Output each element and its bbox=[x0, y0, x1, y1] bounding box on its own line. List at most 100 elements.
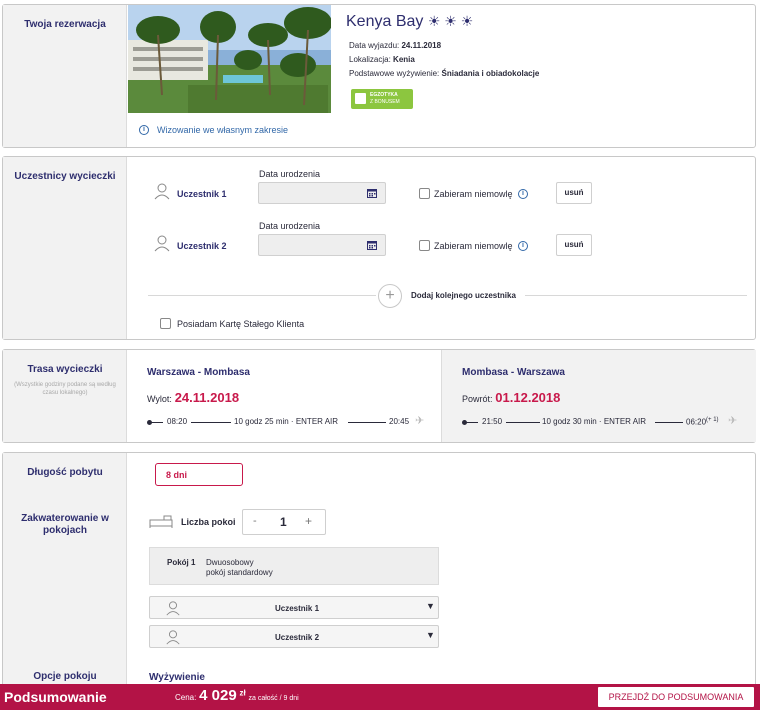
board-row: Podstawowe wyżywienie: Śniadania i obiad… bbox=[349, 69, 539, 78]
reservation-title: Twoja rezerwacja bbox=[24, 19, 106, 30]
go-to-summary-label: PRZEJDŹ DO PODSUMOWANIA bbox=[608, 692, 744, 702]
participant-1-name: Uczestnik 1 bbox=[177, 189, 227, 199]
visa-info-icon: i bbox=[139, 125, 149, 135]
outbound-dep-time: 08:20 bbox=[167, 417, 188, 426]
price-value: 4 029 bbox=[199, 687, 237, 704]
plane-icon: ✈ bbox=[415, 415, 425, 427]
calendar-icon[interactable] bbox=[367, 188, 377, 198]
options-title: Opcje pokoju bbox=[33, 671, 97, 682]
gift-icon bbox=[355, 93, 366, 104]
stay-length-value: 8 dni bbox=[166, 470, 188, 480]
route-side: Trasa wycieczki (Wszystkie godziny podan… bbox=[3, 350, 127, 442]
rooms-count-value: 1 bbox=[280, 515, 287, 529]
inbound-date-row: Powrót: 01.12.2018 bbox=[462, 390, 560, 405]
hotel-stars-icon: ☀ ☀ ☀ bbox=[427, 13, 474, 29]
participants-side: Uczestnicy wycieczki bbox=[3, 157, 127, 339]
inbound-line-b bbox=[506, 422, 540, 423]
inbound-arr-suffix: (+ 1) bbox=[706, 417, 719, 423]
rooms-title-1: Zakwaterowanie w bbox=[21, 513, 109, 524]
calendar-icon[interactable] bbox=[367, 240, 377, 250]
dob-label-2: Data urodzenia bbox=[259, 221, 321, 231]
loyalty-checkbox[interactable] bbox=[160, 318, 171, 329]
dob-input-2[interactable] bbox=[258, 234, 386, 256]
bed-icon bbox=[149, 515, 173, 528]
badge-line2: Z BONUSEM bbox=[370, 99, 400, 105]
remove-participant-2-button[interactable]: usuń bbox=[556, 234, 592, 256]
rooms-stepper[interactable]: - 1 + bbox=[242, 509, 326, 535]
add-divider-right bbox=[525, 295, 747, 296]
hotel-name: Kenya Bay ☀ ☀ ☀ bbox=[346, 13, 473, 31]
rooms-count-label: Liczba pokoi bbox=[181, 517, 236, 527]
price-currency: zł bbox=[239, 688, 246, 698]
room-person-select-1[interactable]: Uczestnik 1 ▼ bbox=[149, 596, 439, 619]
inbound-date-label: Powrót: bbox=[462, 394, 493, 404]
reservation-panel: Twoja rezerwacja i Wizowanie we własnym … bbox=[2, 4, 756, 148]
room-person-2: Uczestnik 2 bbox=[275, 633, 320, 642]
outbound-date-row: Wylot: 24.11.2018 bbox=[147, 390, 239, 405]
outbound-date: 24.11.2018 bbox=[174, 390, 240, 405]
add-divider-left bbox=[148, 295, 376, 296]
route-note: (Wszystkie godziny podane są według czas… bbox=[14, 382, 116, 396]
chevron-down-icon: ▼ bbox=[426, 630, 435, 640]
room-person-select-2[interactable]: Uczestnik 2 ▼ bbox=[149, 625, 439, 648]
rooms-title-2: pokojach bbox=[43, 525, 87, 536]
reservation-side: Twoja rezerwacja bbox=[3, 5, 127, 147]
location-row: Lokalizacja: Kenia bbox=[349, 55, 415, 64]
outbound-duration: 10 godz 25 min · ENTER AIR bbox=[234, 417, 339, 426]
inbound-dep-time: 21:50 bbox=[482, 417, 503, 426]
infant-checkbox-2[interactable] bbox=[419, 240, 430, 251]
stay-length-select[interactable]: 8 dni bbox=[155, 463, 243, 486]
summary-title: Podsumowanie bbox=[4, 689, 107, 705]
inbound-line-a bbox=[466, 422, 478, 423]
options-value: Wyżywienie bbox=[149, 672, 205, 683]
route-panel: Trasa wycieczki (Wszystkie godziny podan… bbox=[2, 349, 756, 443]
board-value: Śniadania i obiadokolacje bbox=[441, 69, 540, 78]
stay-panel: Długość pobytu Zakwaterowanie w pokojach… bbox=[2, 452, 756, 692]
go-to-summary-button[interactable]: PRZEJDŹ DO PODSUMOWANIA bbox=[598, 687, 754, 707]
route-title: Trasa wycieczki bbox=[27, 364, 103, 375]
loyalty-label: Posiadam Kartę Stałego Klienta bbox=[177, 319, 305, 329]
outbound-title: Warszawa - Mombasa bbox=[147, 367, 250, 378]
inbound-duration: 10 godz 30 min · ENTER AIR bbox=[542, 417, 647, 426]
rooms-minus-button[interactable]: - bbox=[253, 515, 257, 527]
person-icon bbox=[154, 183, 170, 200]
add-participant-button[interactable]: + bbox=[378, 284, 402, 308]
location-value: Kenia bbox=[393, 55, 415, 64]
participants-title: Uczestnicy wycieczki bbox=[14, 171, 116, 182]
price-note: za całość / 9 dni bbox=[248, 695, 299, 702]
price-row: Cena: 4 029 zł za całość / 9 dni bbox=[175, 687, 299, 704]
summary-bar: Podsumowanie Cena: 4 029 zł za całość / … bbox=[0, 684, 760, 710]
dob-input-1[interactable] bbox=[258, 182, 386, 204]
outbound-arr-time: 20:45 bbox=[389, 417, 410, 426]
remove-participant-1-button[interactable]: usuń bbox=[556, 182, 592, 204]
stay-side: Długość pobytu Zakwaterowanie w pokojach… bbox=[3, 453, 127, 692]
hotel-name-text: Kenya Bay bbox=[346, 13, 424, 30]
infant-label-1: Zabieram niemowlę bbox=[434, 189, 513, 199]
add-participant-label[interactable]: Dodaj kolejnego uczestnika bbox=[411, 291, 516, 300]
infant-checkbox-1[interactable] bbox=[419, 188, 430, 199]
badge-line1: EGZOTYKA bbox=[370, 92, 398, 98]
room-type-2: pokój standardowy bbox=[206, 568, 273, 577]
rooms-plus-button[interactable]: + bbox=[305, 514, 312, 528]
room-type-1: Dwuosobowy bbox=[206, 558, 254, 567]
person-icon bbox=[154, 235, 170, 252]
infant-info-icon[interactable]: i bbox=[518, 189, 528, 199]
outbound-date-label: Wylot: bbox=[147, 394, 172, 404]
dob-label-1: Data urodzenia bbox=[259, 169, 321, 179]
infant-info-icon[interactable]: i bbox=[518, 241, 528, 251]
inbound-title: Mombasa - Warszawa bbox=[462, 367, 565, 378]
inbound-arr-time: 06:20(+ 1) bbox=[686, 417, 719, 427]
participants-panel: Uczestnicy wycieczki Uczestnik 1 Data ur… bbox=[2, 156, 756, 340]
chevron-down-icon: ▼ bbox=[426, 601, 435, 611]
plane-icon: ✈ bbox=[728, 415, 738, 427]
person-icon bbox=[166, 601, 180, 616]
hotel-photo bbox=[128, 5, 331, 113]
participant-2-name: Uczestnik 2 bbox=[177, 241, 227, 251]
inbound-line-c bbox=[655, 422, 683, 423]
visa-link[interactable]: Wizowanie we własnym zakresie bbox=[157, 125, 288, 135]
board-label: Podstawowe wyżywienie: bbox=[349, 69, 440, 78]
hotel-photo-image bbox=[128, 5, 331, 113]
room-name: Pokój 1 bbox=[167, 558, 196, 567]
outbound-line-a bbox=[151, 422, 163, 423]
outbound-line-b bbox=[191, 422, 231, 423]
